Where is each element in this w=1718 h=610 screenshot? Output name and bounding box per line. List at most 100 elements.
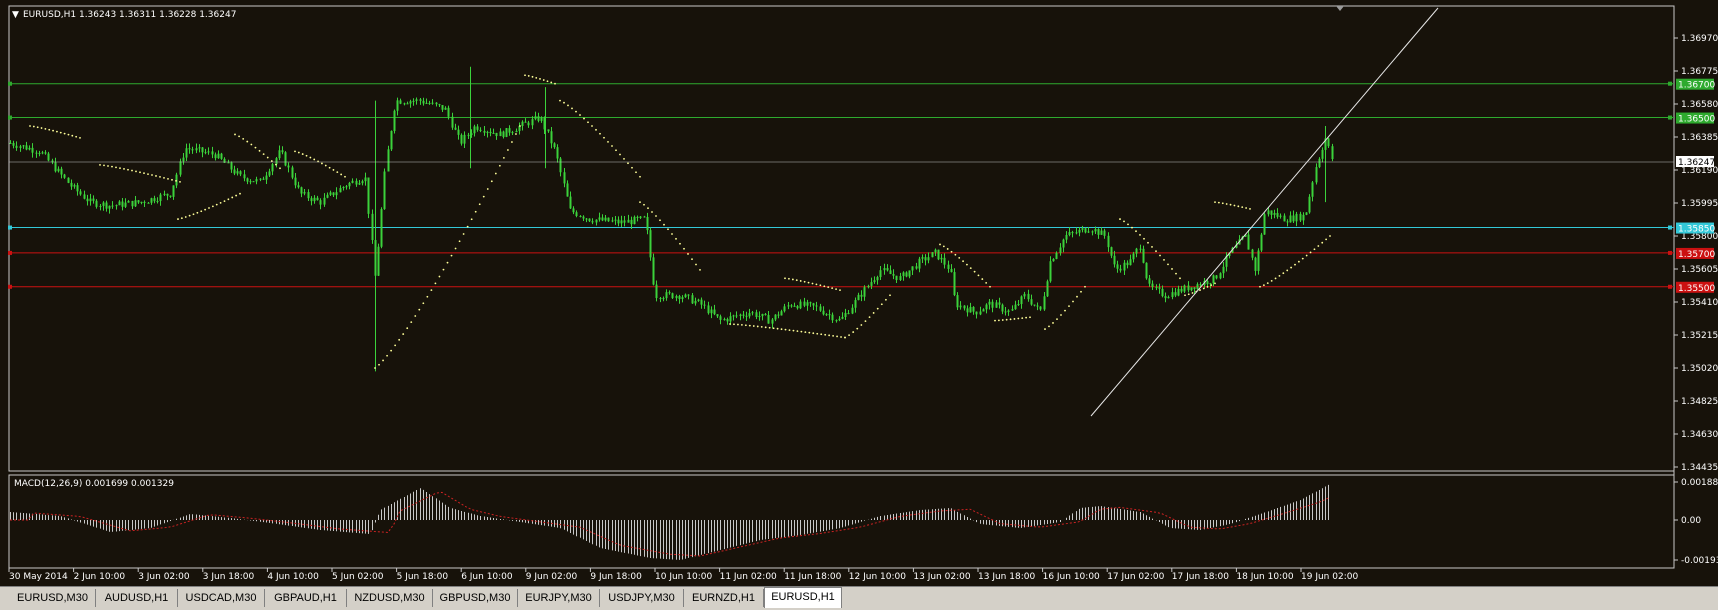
candle-body <box>1030 299 1033 305</box>
candle-body <box>790 305 793 307</box>
tab-eurnzd-h1[interactable]: EURNZD,H1 <box>684 589 764 607</box>
sar-dot <box>876 307 879 310</box>
sar-dot <box>989 285 991 288</box>
sar-dot <box>1123 220 1125 223</box>
chart-window[interactable]: 1.36970 1.36775 1.36580 1.36385 1.36190 1.359… <box>0 0 1718 586</box>
candle-body <box>1001 304 1004 312</box>
sar-dot <box>815 283 818 286</box>
candle-body <box>1139 248 1142 250</box>
candle-body <box>1046 281 1049 297</box>
candle-body <box>41 152 44 154</box>
sar-dot <box>820 333 823 336</box>
candle-body <box>809 302 812 304</box>
candle-body <box>956 295 959 308</box>
chart-shift-marker-icon[interactable] <box>1336 6 1344 11</box>
tab-usdcad-m30[interactable]: USDCAD,M30 <box>178 589 265 607</box>
candle-body <box>435 102 438 105</box>
sar-dot <box>531 75 534 78</box>
candle-body <box>22 145 25 147</box>
tab-eurjpy-m30[interactable]: EURJPY,M30 <box>518 589 600 607</box>
time-tick-label: 18 Jun 10:00 <box>1236 572 1293 582</box>
candle-body <box>684 294 687 298</box>
sar-dot <box>675 237 677 240</box>
candle-body <box>863 287 866 297</box>
candle-body <box>1014 304 1017 310</box>
candle-body <box>396 100 399 111</box>
sar-dot <box>1052 322 1054 324</box>
candle-body <box>649 230 652 258</box>
price-tick-label: 1.36385 <box>1681 133 1718 143</box>
sar-dot <box>246 140 249 143</box>
candle-body <box>1279 215 1282 217</box>
sar-dot <box>812 332 815 335</box>
tab-gbpaud-h1[interactable]: GBPAUD,H1 <box>265 589 347 607</box>
macd-tick-label: 0.00188 <box>1681 478 1718 488</box>
sar-dot <box>1187 293 1190 296</box>
candle-body <box>79 191 82 195</box>
candle-body <box>1132 253 1135 260</box>
candle-body <box>195 148 198 151</box>
candle-body <box>723 319 726 321</box>
sar-dot <box>860 324 863 326</box>
sar-dot <box>458 240 461 243</box>
macd-tick-label: 0.00 <box>1681 516 1701 526</box>
candle-body <box>819 306 822 311</box>
candle-body <box>1052 258 1055 262</box>
candle-body <box>163 193 166 195</box>
sar-dot <box>184 216 187 218</box>
candle-body <box>780 311 783 316</box>
candle-body <box>38 153 41 155</box>
sar-dot <box>864 320 867 323</box>
sar-dot <box>486 188 489 190</box>
sar-dot <box>1313 248 1316 251</box>
horizontal-levels[interactable] <box>8 81 1674 289</box>
candle-body <box>515 130 518 133</box>
candle-body <box>524 121 527 123</box>
tab-eurusd-h1[interactable]: EURUSD,H1 <box>764 587 842 608</box>
sar-dot <box>671 233 673 235</box>
candle-body <box>511 132 514 134</box>
sar-dot <box>1029 316 1031 319</box>
candle-body <box>774 314 777 320</box>
candle-body <box>70 182 73 187</box>
sar-dot <box>1184 294 1186 297</box>
tab-eurusd-m30[interactable]: EURUSD,M30 <box>10 589 96 607</box>
candle-body <box>988 301 991 305</box>
candle-body <box>982 309 985 312</box>
candle-body <box>998 302 1001 305</box>
candle-body <box>243 174 246 179</box>
candle-body <box>835 320 838 322</box>
candle-body <box>953 272 956 296</box>
chart-menu-arrow-icon[interactable]: ▼ <box>12 10 19 20</box>
candle-body <box>831 314 834 321</box>
sar-dot <box>519 125 521 127</box>
candle-body <box>707 305 710 314</box>
candle-body <box>959 305 962 308</box>
sar-dot <box>1084 285 1086 288</box>
candle-body <box>399 100 402 104</box>
sar-dot <box>603 136 605 139</box>
time-tick-label: 16 Jun 10:00 <box>1043 572 1100 582</box>
candle-body <box>1027 293 1030 300</box>
tab-nzdusd-m30[interactable]: NZDUSD,M30 <box>347 589 433 607</box>
tab-usdjpy-m30[interactable]: USDJPY,M30 <box>600 589 684 607</box>
tab-gbpusd-m30[interactable]: GBPUSD,M30 <box>433 589 518 607</box>
price-tick-label: 1.35410 <box>1681 298 1718 308</box>
candle-body <box>966 308 969 313</box>
sar-dot <box>1245 207 1248 209</box>
sar-dot <box>215 203 218 206</box>
price-chart[interactable]: 1.369701.367751.365801.363851.361901.359… <box>0 0 1718 586</box>
candle-body <box>265 175 268 180</box>
sar-dot <box>52 129 54 132</box>
candle-body <box>166 193 169 196</box>
candle-body <box>297 185 300 188</box>
sar-dot <box>627 162 629 165</box>
candle-body <box>1142 248 1145 263</box>
trend-line[interactable] <box>1090 7 1439 417</box>
time-tick-label: 19 Jun 02:00 <box>1301 572 1358 582</box>
candle-body <box>867 285 870 288</box>
tab-audusd-h1[interactable]: AUDUSD,H1 <box>96 589 178 607</box>
level-price-label: 1.35700 <box>1678 250 1715 260</box>
sar-dot <box>595 128 597 131</box>
candle-body <box>623 220 626 223</box>
